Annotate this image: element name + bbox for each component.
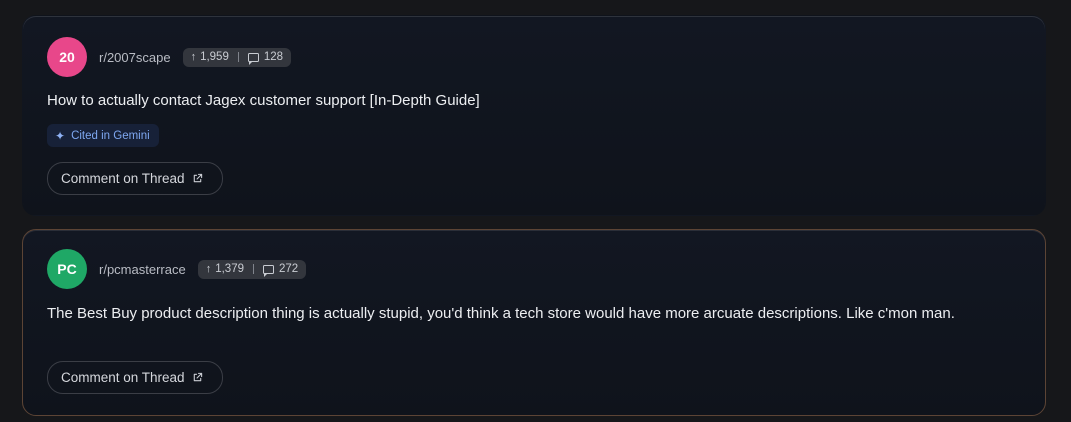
arrow-up-icon: ↑	[190, 51, 197, 63]
thread-stats: ↑ 1,379 272	[197, 259, 307, 279]
stats-divider	[252, 264, 254, 274]
cited-badge: ✦ Cited in Gemini	[47, 124, 159, 147]
comment-bubble-icon	[247, 52, 259, 65]
comment-count: 128	[263, 51, 284, 63]
external-link-icon	[193, 173, 202, 183]
thread-card: PC r/pcmasterrace ↑ 1,379 272 The Best B…	[22, 229, 1046, 416]
comment-on-thread-button[interactable]: Comment on Thread	[47, 162, 223, 195]
comment-bubble-icon	[262, 264, 274, 277]
stats-divider	[237, 52, 239, 62]
upvote-count: 1,959	[200, 51, 229, 63]
comment-button-label: Comment on Thread	[61, 370, 185, 385]
avatar: PC	[47, 249, 87, 289]
comment-button-label: Comment on Thread	[61, 171, 185, 186]
subreddit-name[interactable]: r/2007scape	[99, 50, 171, 65]
arrow-up-icon: ↑	[205, 263, 212, 275]
external-link-icon	[193, 372, 202, 382]
sparkle-icon: ✦	[55, 128, 66, 143]
subreddit-name[interactable]: r/pcmasterrace	[99, 262, 186, 277]
comment-count: 272	[278, 263, 299, 275]
thread-header: PC r/pcmasterrace ↑ 1,379 272	[47, 249, 307, 289]
thread-header: 20 r/2007scape ↑ 1,959 128	[47, 37, 292, 77]
thread-stats: ↑ 1,959 128	[182, 47, 292, 67]
avatar: 20	[47, 37, 87, 77]
thread-title: How to actually contact Jagex customer s…	[47, 92, 480, 109]
thread-card: 20 r/2007scape ↑ 1,959 128 How to actual…	[22, 15, 1046, 216]
thread-title: The Best Buy product description thing i…	[47, 305, 955, 322]
comment-on-thread-button[interactable]: Comment on Thread	[47, 361, 223, 394]
thread-list: 20 r/2007scape ↑ 1,959 128 How to actual…	[0, 0, 1071, 422]
upvote-count: 1,379	[215, 263, 244, 275]
cited-badge-label: Cited in Gemini	[71, 129, 150, 142]
